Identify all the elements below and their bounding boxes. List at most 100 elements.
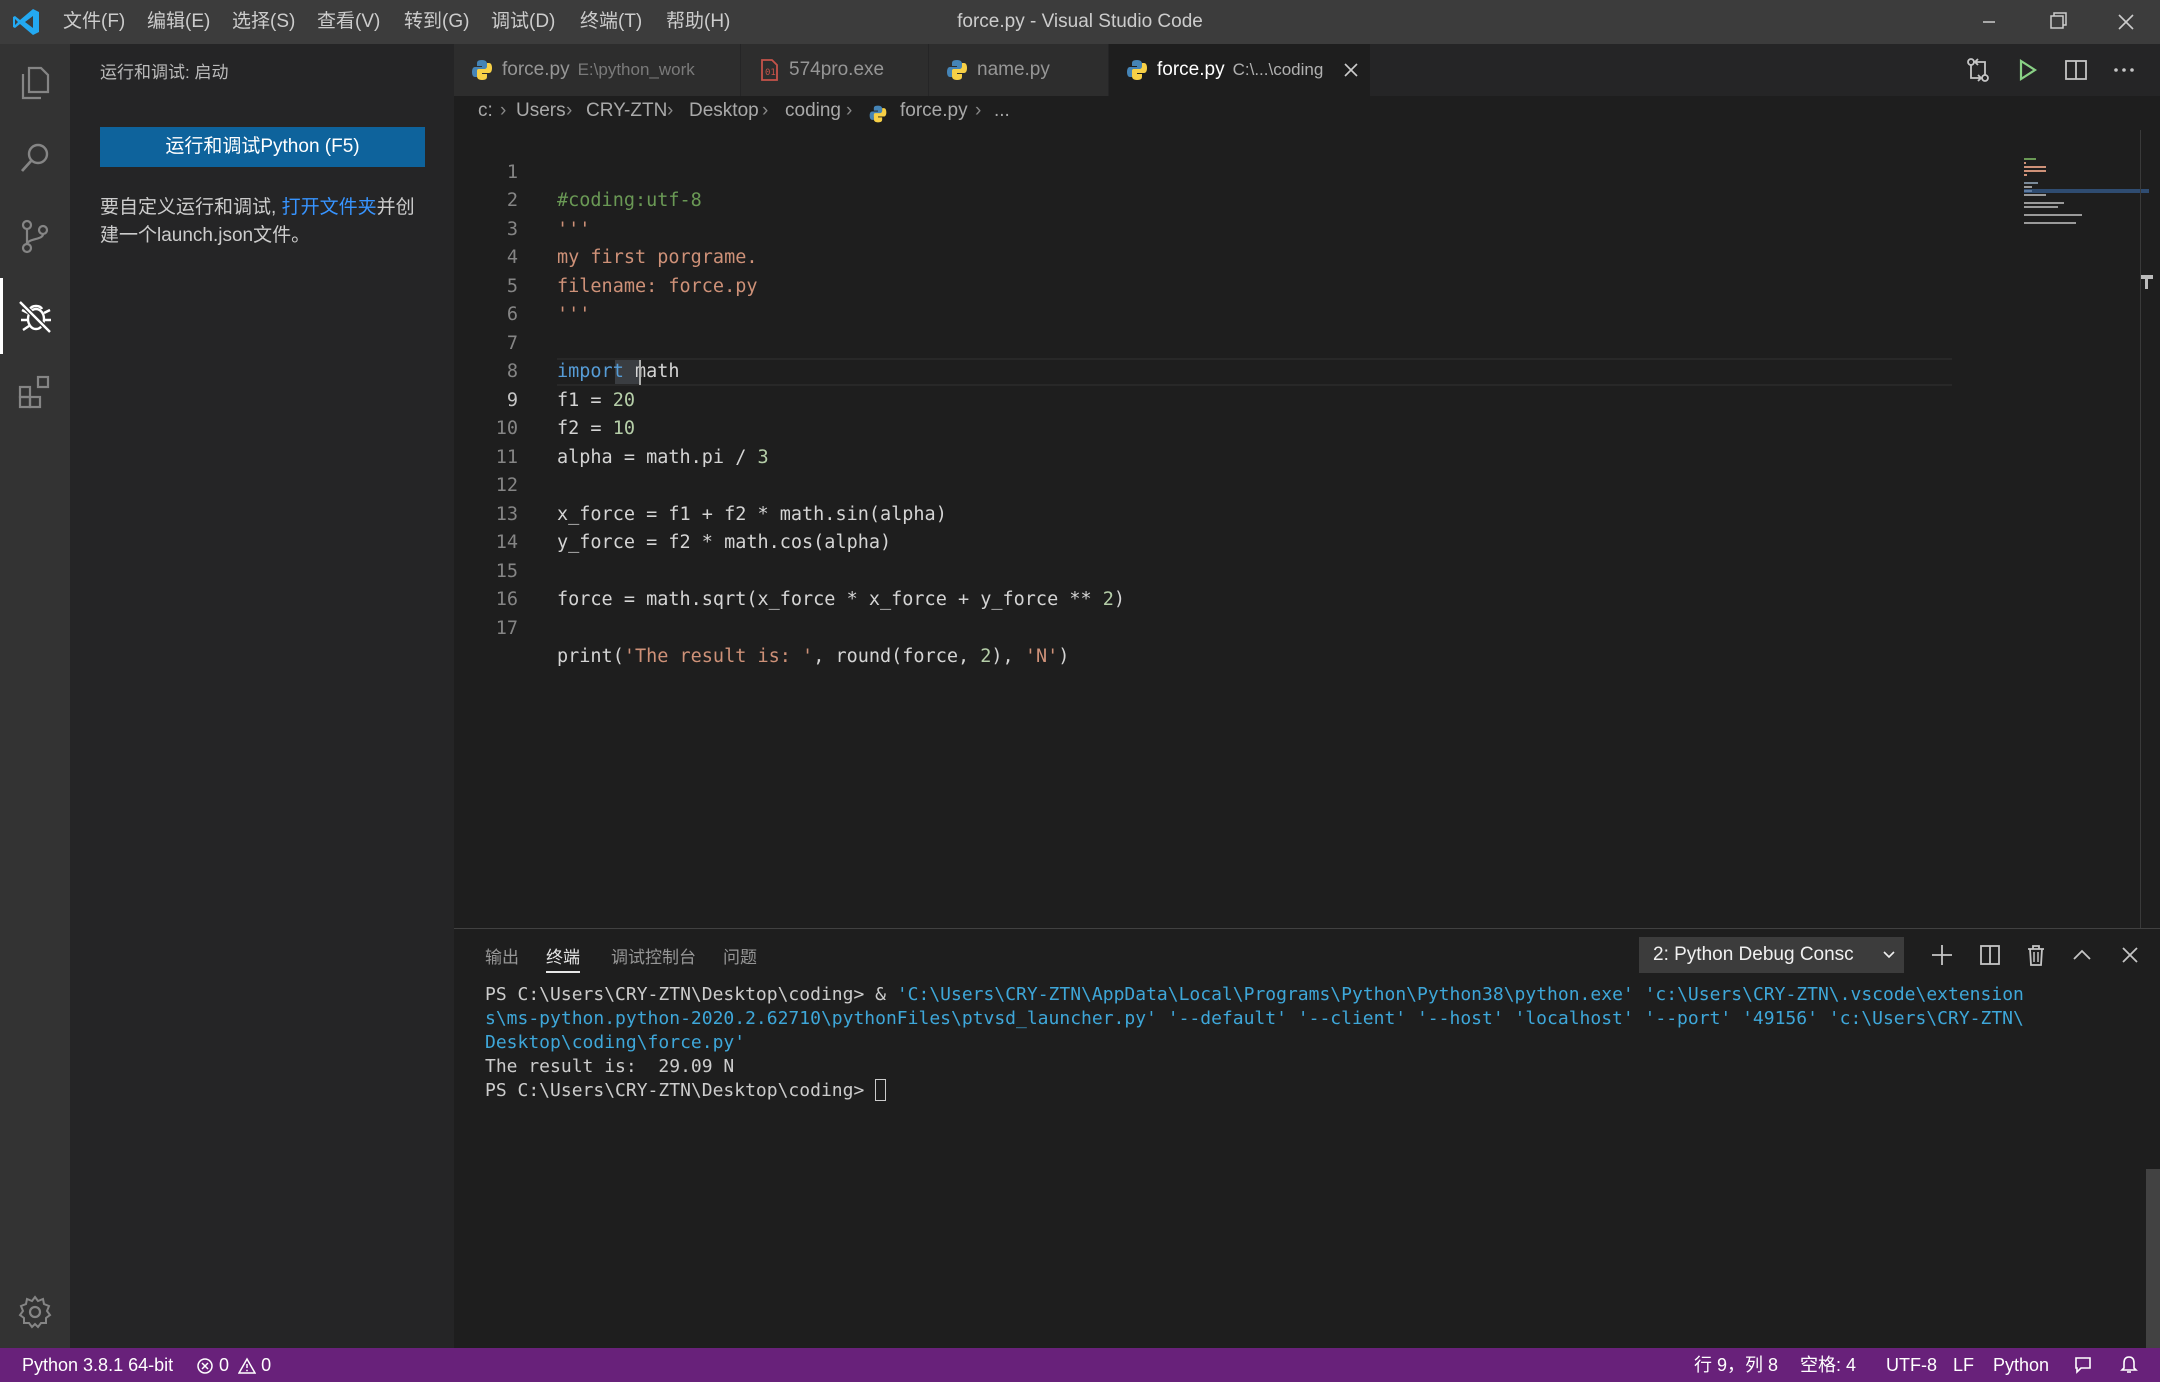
indentation[interactable]: 空格: 4 xyxy=(1800,1348,1856,1382)
svg-text:01: 01 xyxy=(765,68,776,78)
end-of-line[interactable]: LF xyxy=(1953,1348,1974,1382)
more-actions-button[interactable] xyxy=(2108,54,2140,86)
panel-tab-terminal[interactable]: 终端 xyxy=(546,943,580,968)
sidebar-description: 要自定义运行和调试, 打开文件夹并创建一个launch.json文件。 xyxy=(100,194,430,250)
extensions-icon xyxy=(18,375,50,409)
breadcrumb-item[interactable]: ... xyxy=(994,100,1010,122)
code-text: force = math.sqrt(x_force * x_force + y_… xyxy=(557,589,1126,610)
minimize-button[interactable] xyxy=(1955,0,2023,44)
menu-view[interactable]: 查看(V) xyxy=(317,0,380,44)
notifications-button[interactable] xyxy=(2118,1348,2140,1382)
activity-extensions[interactable] xyxy=(0,354,70,430)
maximize-panel-button[interactable] xyxy=(2068,941,2096,969)
menu-debug[interactable]: 调试(D) xyxy=(491,0,555,44)
code-line: 14 xyxy=(454,501,518,553)
activity-explorer[interactable] xyxy=(0,44,70,120)
code-text: #coding:utf-8 xyxy=(557,190,702,211)
close-window-button[interactable] xyxy=(2092,0,2160,44)
tab-force-py-coding[interactable]: force.py C:\...\coding xyxy=(1109,44,1371,96)
minimap[interactable] xyxy=(2024,130,2154,928)
split-terminal-button[interactable] xyxy=(1976,941,2004,969)
feedback-button[interactable] xyxy=(2072,1348,2094,1382)
code-editor[interactable]: 1 #coding:utf-8 2 ''' 3 my first porgram… xyxy=(454,130,2160,928)
code-text: x_force = f1 + f2 * math.sin(alpha) xyxy=(557,503,947,525)
split-editor-button[interactable] xyxy=(2060,54,2092,86)
warning-icon xyxy=(237,1357,257,1374)
cursor-position[interactable]: 行 9，列 8 xyxy=(1694,1348,1778,1382)
breadcrumb-item[interactable]: CRY-ZTN xyxy=(586,100,667,122)
chevron-up-icon xyxy=(2073,949,2091,960)
open-folder-link[interactable]: 打开文件夹 xyxy=(282,197,377,218)
menu-selection[interactable]: 选择(S) xyxy=(232,0,295,44)
code-line: 1 #coding:utf-8 xyxy=(454,130,702,212)
breadcrumb-item[interactable]: Desktop xyxy=(689,100,759,122)
code-line: 15 force = math.sqrt(x_force * x_force +… xyxy=(454,529,1125,611)
breadcrumb-item[interactable]: Users xyxy=(516,100,566,122)
binary-file-icon: 01 xyxy=(761,59,778,81)
code-text: y_force = f2 * math.cos(alpha) xyxy=(557,532,892,553)
panel-tab-output[interactable]: 输出 xyxy=(485,943,519,968)
terminal-result: The result is: 29.09 N xyxy=(485,1056,735,1077)
code-text: ''' xyxy=(557,218,591,240)
code-text: ''' xyxy=(557,304,591,325)
activity-manage[interactable] xyxy=(0,1274,70,1350)
panel-tab-debug-console[interactable]: 调试控制台 xyxy=(611,943,696,968)
breadcrumb-item[interactable]: coding xyxy=(785,100,841,122)
source-control-icon xyxy=(21,219,49,254)
code-line: 7 import math xyxy=(454,301,680,383)
menu-help[interactable]: 帮助(H) xyxy=(666,0,730,44)
menu-edit[interactable]: 编辑(E) xyxy=(147,0,210,44)
tab-force-py-python-work[interactable]: force.py E:\python_work xyxy=(454,44,741,96)
code-text: print('The result is: ', round(force, 2)… xyxy=(557,646,1070,667)
breadcrumb-item[interactable]: force.py xyxy=(900,100,968,122)
python-interpreter[interactable]: Python 3.8.1 64-bit xyxy=(22,1348,173,1382)
restore-button[interactable] xyxy=(2024,0,2092,44)
code-line: 2 ''' xyxy=(454,159,591,240)
tab-name-py[interactable]: name.py xyxy=(929,44,1109,96)
open-changes-button[interactable] xyxy=(1962,54,1994,86)
python-icon xyxy=(472,60,492,80)
breadcrumb-item[interactable]: c: xyxy=(478,100,493,122)
menu-go[interactable]: 转到(G) xyxy=(404,0,469,44)
python-icon xyxy=(1127,60,1147,80)
breadcrumb-separator: › xyxy=(975,100,982,121)
minimize-icon xyxy=(1983,21,1995,23)
breadcrumb-separator: › xyxy=(846,100,853,121)
tab-574pro-exe[interactable]: 01 574pro.exe xyxy=(741,44,929,96)
language-mode[interactable]: Python xyxy=(1993,1348,2049,1382)
panel-scrollbar[interactable] xyxy=(2146,1169,2160,1349)
terminal-prompt: PS C:\Users\CRY-ZTN\Desktop\coding> xyxy=(485,984,876,1005)
tab-label: name.py xyxy=(977,59,1050,80)
code-line: 6 xyxy=(454,273,518,325)
problems-indicator[interactable]: 0 0 xyxy=(196,1348,271,1382)
run-file-button[interactable] xyxy=(2011,54,2043,86)
activity-search[interactable] xyxy=(0,120,70,196)
terminal-cursor xyxy=(875,1079,887,1101)
line-number: 17 xyxy=(495,617,518,639)
debug-icon xyxy=(18,300,52,334)
error-icon xyxy=(197,1358,213,1374)
plus-icon xyxy=(1932,945,1952,965)
close-panel-button[interactable] xyxy=(2116,941,2144,969)
current-line-highlight xyxy=(557,358,1952,386)
active-tab-underline xyxy=(546,971,580,973)
activity-debug[interactable] xyxy=(0,278,70,354)
menu-file[interactable]: 文件(F) xyxy=(63,0,125,44)
code-line: 10 alpha = math.pi / 3 xyxy=(454,387,769,468)
run-and-debug-button[interactable]: 运行和调试Python (F5) xyxy=(100,127,425,167)
activity-source-control[interactable] xyxy=(0,198,70,274)
title-bar: 文件(F) 编辑(E) 选择(S) 查看(V) 转到(G) 调试(D) 终端(T… xyxy=(0,0,2160,44)
terminal-command: 'C:\Users\CRY-ZTN\AppData\Local\Programs… xyxy=(896,984,2024,1005)
tab-close-button[interactable] xyxy=(1339,58,1363,82)
panel-tab-problems[interactable]: 问题 xyxy=(723,943,757,968)
new-terminal-button[interactable] xyxy=(1928,941,1956,969)
warning-count: 0 xyxy=(261,1355,272,1375)
kill-terminal-button[interactable] xyxy=(2022,941,2050,969)
terminal-output[interactable]: PS C:\Users\CRY-ZTN\Desktop\coding> & 'C… xyxy=(485,983,2105,1103)
terminal-command: Desktop\coding\force.py' xyxy=(485,1032,746,1053)
terminal-select[interactable]: 2: Python Debug Consc xyxy=(1639,937,1904,973)
encoding[interactable]: UTF-8 xyxy=(1886,1348,1937,1382)
text-cursor xyxy=(639,360,641,385)
menu-terminal[interactable]: 终端(T) xyxy=(580,0,642,44)
code-text: alpha = math.pi / 3 xyxy=(557,446,769,468)
